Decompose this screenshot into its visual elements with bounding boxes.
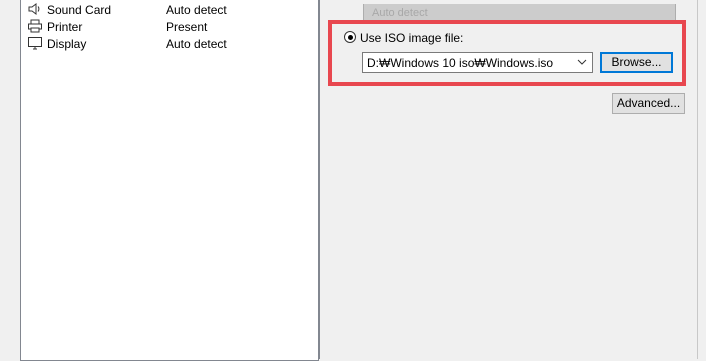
- use-iso-label[interactable]: Use ISO image file:: [360, 31, 463, 45]
- printer-icon: [28, 19, 42, 33]
- hardware-name: Display: [47, 37, 87, 51]
- hardware-name: Sound Card: [47, 3, 112, 17]
- chevron-down-icon[interactable]: [576, 56, 588, 68]
- hardware-row-sound-card[interactable]: Sound Card Auto detect: [25, 1, 315, 18]
- monitor-icon: [28, 37, 42, 50]
- hardware-row-display[interactable]: Display Auto detect: [25, 35, 315, 52]
- iso-path-combobox[interactable]: D:₩Windows 10 iso₩Windows.iso: [362, 52, 593, 73]
- physical-drive-value: Auto detect: [372, 7, 428, 19]
- hardware-row-printer[interactable]: Printer Present: [25, 18, 315, 35]
- use-iso-radio[interactable]: [344, 31, 356, 43]
- advanced-button[interactable]: Advanced...: [612, 93, 685, 114]
- hardware-summary: Auto detect: [166, 37, 227, 51]
- radio-selected-dot: [347, 34, 353, 40]
- hardware-summary: Auto detect: [166, 3, 227, 17]
- hardware-name: Printer: [47, 20, 83, 34]
- physical-drive-select: Auto detect: [363, 4, 676, 23]
- browse-button[interactable]: Browse...: [600, 52, 673, 73]
- hardware-summary: Present: [166, 20, 208, 34]
- iso-path-value: D:₩Windows 10 iso₩Windows.iso: [367, 56, 554, 70]
- speaker-icon: [28, 3, 40, 15]
- hardware-list[interactable]: Sound Card Auto detect Printer Present D…: [20, 0, 319, 361]
